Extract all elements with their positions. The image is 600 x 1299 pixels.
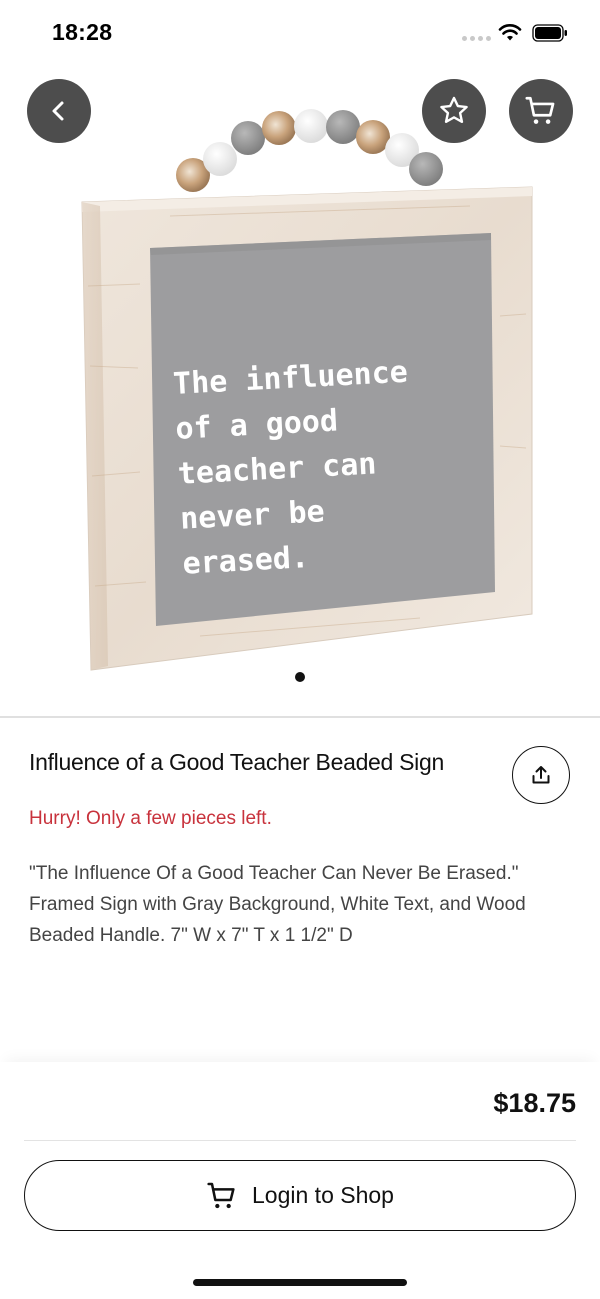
carousel-page-indicator[interactable] bbox=[295, 672, 305, 682]
share-button[interactable] bbox=[512, 746, 570, 804]
back-button[interactable] bbox=[27, 79, 91, 143]
wifi-icon bbox=[498, 24, 522, 41]
cart-icon bbox=[207, 1182, 235, 1208]
share-icon bbox=[532, 766, 550, 784]
status-time: 18:28 bbox=[52, 19, 113, 45]
login-button-label: Login to Shop bbox=[252, 1182, 394, 1208]
product-price: $18.75 bbox=[493, 1088, 576, 1118]
login-to-shop-button[interactable]: Login to Shop bbox=[24, 1160, 576, 1231]
star-icon bbox=[440, 96, 468, 123]
divider bbox=[24, 1140, 576, 1141]
product-description: "The Influence Of a Good Teacher Can Nev… bbox=[29, 863, 526, 946]
signal-icon bbox=[462, 36, 491, 41]
home-indicator[interactable] bbox=[193, 1279, 407, 1286]
status-bar: 18:28 bbox=[0, 0, 600, 66]
bead-handle bbox=[176, 109, 443, 192]
cart-icon bbox=[525, 96, 555, 124]
cart-button[interactable] bbox=[509, 79, 573, 143]
battery-icon bbox=[532, 24, 567, 42]
product-title: Influence of a Good Teacher Beaded Sign bbox=[29, 749, 444, 775]
stock-warning: Hurry! Only a few pieces left. bbox=[29, 808, 272, 829]
chevron-left-icon bbox=[52, 101, 64, 121]
sign-text: The influence of a good teacher can neve… bbox=[172, 346, 483, 586]
favorite-button[interactable] bbox=[422, 79, 486, 143]
divider bbox=[0, 716, 600, 718]
product-image-carousel[interactable]: The influence of a good teacher can neve… bbox=[0, 66, 600, 716]
